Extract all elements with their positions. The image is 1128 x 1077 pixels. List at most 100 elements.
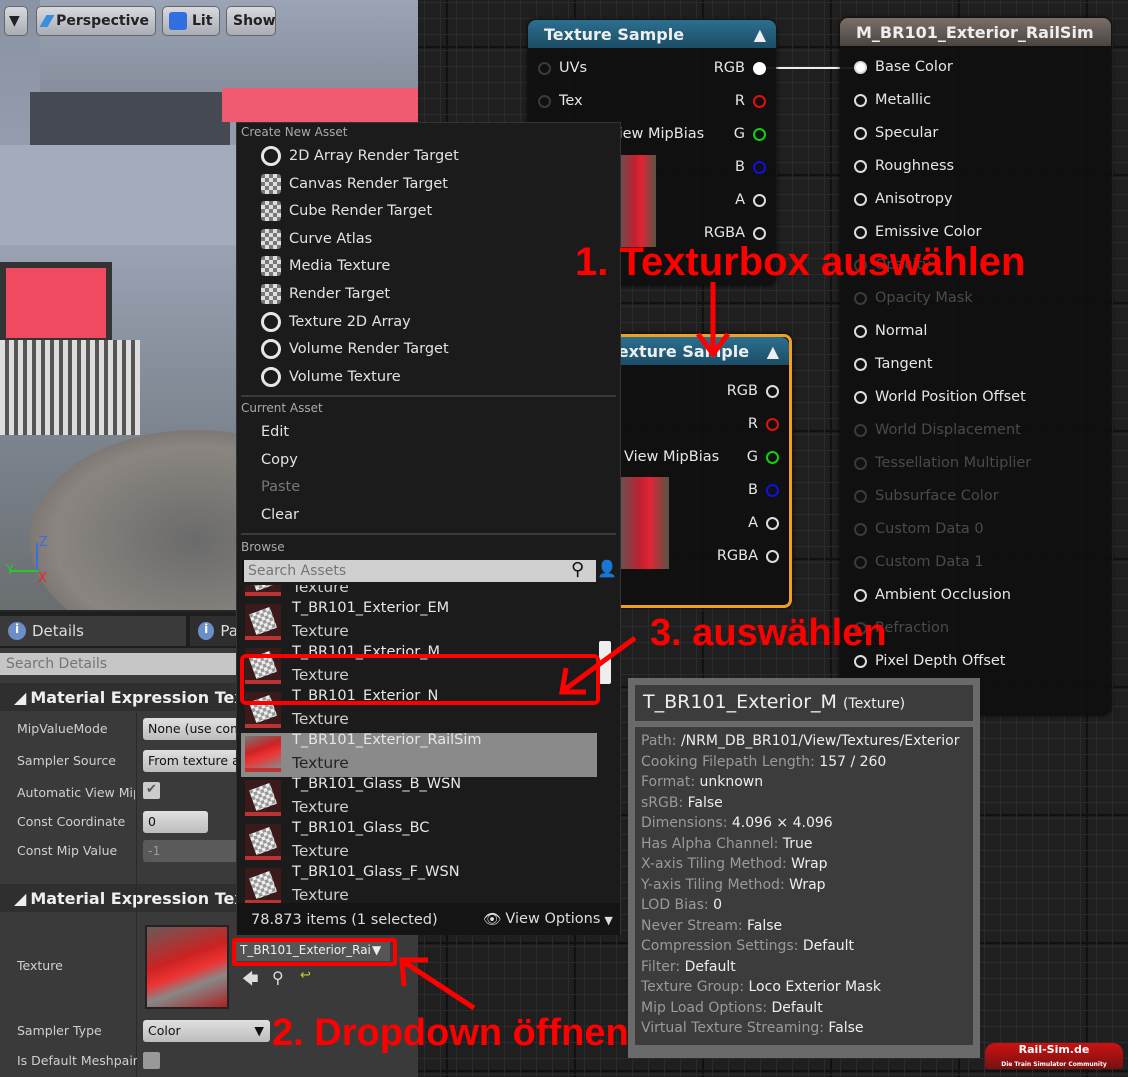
pin-socket-icon[interactable] (854, 60, 867, 74)
pin-socket-icon[interactable] (854, 225, 867, 239)
menu-item-create[interactable]: Cube Render Target (261, 200, 432, 222)
pin-socket-icon[interactable] (766, 483, 779, 497)
output-pin[interactable]: RGBA (717, 546, 779, 566)
output-pin[interactable]: RGB (727, 381, 779, 401)
output-pin[interactable]: RGB (714, 58, 766, 78)
asset-list-item[interactable]: T_BR101_Exterior_RailSim Texture (241, 732, 597, 777)
tab-palette[interactable]: i Pa (190, 616, 238, 646)
material-input-pin[interactable]: Emissive Color (854, 222, 981, 242)
menu-item-create[interactable]: Texture 2D Array (261, 311, 411, 333)
output-pin[interactable]: A (748, 513, 779, 533)
pin-socket-icon[interactable] (766, 384, 779, 398)
material-input-pin[interactable]: Tessellation Multiplier (854, 453, 1031, 473)
pin-socket-icon[interactable] (753, 127, 766, 141)
asset-list-item[interactable]: T_BR101_Glass_B_WSN Texture (241, 776, 597, 821)
use-selected-arrow-icon[interactable]: 🡄 (242, 968, 259, 995)
pin-socket-icon[interactable] (753, 61, 766, 75)
property-value[interactable]: None (use computed mip level) (143, 718, 243, 740)
material-input-pin[interactable]: Tangent (854, 354, 933, 374)
menu-item-create[interactable]: 2D Array Render Target (261, 145, 459, 167)
material-input-pin[interactable]: Metallic (854, 90, 931, 110)
pin-socket-icon[interactable] (854, 291, 867, 305)
user-filter-icon[interactable]: 👤 (597, 559, 617, 578)
texture-thumbnail[interactable] (145, 925, 229, 1009)
pin-socket-icon[interactable] (538, 61, 551, 75)
material-input-pin[interactable]: World Displacement (854, 420, 1021, 440)
material-input-pin[interactable]: Specular (854, 123, 938, 143)
material-input-pin[interactable]: Subsurface Color (854, 486, 999, 506)
pin-socket-icon[interactable] (854, 159, 867, 173)
output-pin[interactable]: B (735, 157, 766, 177)
menu-item-create[interactable]: Volume Texture (261, 366, 401, 388)
asset-list-item[interactable]: T_BR101_Exterior_BCTexture (241, 585, 597, 601)
property-value[interactable]: From texture asset (143, 750, 243, 772)
pin-socket-icon[interactable] (753, 226, 766, 240)
pin-socket-icon[interactable] (766, 450, 779, 464)
pin-socket-icon[interactable] (854, 93, 867, 107)
menu-item-clear[interactable]: Clear (261, 504, 299, 526)
browse-search-icon[interactable]: ⚲ (272, 968, 284, 987)
output-pin[interactable]: R (748, 414, 779, 434)
output-pin[interactable]: A (735, 190, 766, 210)
material-input-pin[interactable]: Opacity Mask (854, 288, 973, 308)
pin-socket-icon[interactable] (854, 456, 867, 470)
tab-details[interactable]: i Details (0, 616, 186, 646)
asset-list-item[interactable]: T_BR101_Glass_F_WSN Texture (241, 864, 597, 905)
pin-socket-icon[interactable] (854, 324, 867, 338)
menu-item-create[interactable]: Media Texture (261, 255, 390, 277)
output-pin[interactable]: R (735, 91, 766, 111)
property-value[interactable]: -1 (143, 840, 243, 862)
collapse-icon[interactable]: ▲ (754, 25, 766, 44)
menu-item-paste[interactable]: Paste (261, 476, 300, 498)
perspective-button[interactable]: Perspective (36, 6, 156, 36)
pin-socket-icon[interactable] (854, 126, 867, 140)
output-pin[interactable]: B (748, 480, 779, 500)
property-value[interactable]: 0 (143, 811, 208, 833)
menu-item-create[interactable]: Curve Atlas (261, 228, 372, 250)
menu-item-create[interactable]: Render Target (261, 283, 390, 305)
sampler-type-select[interactable]: Color ▼ (143, 1020, 270, 1042)
show-button[interactable]: Show (226, 6, 276, 36)
material-result-node[interactable]: M_BR101_Exterior_RailSim Base Color Metal… (840, 18, 1111, 715)
material-input-pin[interactable]: Normal (854, 321, 927, 341)
viewport-options-button[interactable]: ▼ (4, 6, 28, 36)
meshpaint-checkbox[interactable] (143, 1052, 160, 1069)
pin-socket-icon[interactable] (854, 555, 867, 569)
material-input-pin[interactable]: World Position Offset (854, 387, 1026, 407)
menu-item-edit[interactable]: Edit (261, 421, 289, 443)
view-options-button[interactable]: 👁 View Options ▼ (483, 911, 613, 928)
pin-socket-icon[interactable] (766, 549, 779, 563)
search-assets-input[interactable] (242, 560, 596, 582)
pin-socket-icon[interactable] (538, 94, 551, 108)
pin-socket-icon[interactable] (854, 357, 867, 371)
reset-icon[interactable]: ↩ (300, 968, 311, 983)
output-pin[interactable]: G (734, 124, 766, 144)
output-pin[interactable]: G (747, 447, 779, 467)
lit-button[interactable]: Lit (162, 6, 220, 36)
pin-socket-icon[interactable] (854, 522, 867, 536)
input-pin[interactable]: UVs (538, 58, 587, 78)
asset-list-item[interactable]: T_BR101_Glass_BC Texture (241, 820, 597, 865)
menu-item-copy[interactable]: Copy (261, 449, 298, 471)
pin-socket-icon[interactable] (854, 423, 867, 437)
material-input-pin[interactable]: Roughness (854, 156, 954, 176)
material-input-pin[interactable]: Ambient Occlusion (854, 585, 1011, 605)
checkbox[interactable]: ✔ (143, 782, 160, 799)
pin-socket-icon[interactable] (753, 160, 766, 174)
pin-socket-icon[interactable] (766, 516, 779, 530)
pin-socket-icon[interactable] (854, 192, 867, 206)
pin-socket-icon[interactable] (854, 489, 867, 503)
search-details-input[interactable] (0, 653, 236, 675)
material-input-pin[interactable]: Custom Data 1 (854, 552, 984, 572)
asset-list-item[interactable]: T_BR101_Exterior_EM Texture (241, 600, 597, 645)
pin-socket-icon[interactable] (854, 390, 867, 404)
pin-socket-icon[interactable] (854, 654, 867, 668)
search-icon[interactable]: ⚲ (571, 559, 584, 580)
material-input-pin[interactable]: Custom Data 0 (854, 519, 984, 539)
pin-socket-icon[interactable] (766, 417, 779, 431)
input-pin[interactable]: Tex (538, 91, 583, 111)
pin-socket-icon[interactable] (753, 193, 766, 207)
pin-socket-icon[interactable] (854, 588, 867, 602)
collapse-icon[interactable]: ▲ (767, 342, 779, 361)
material-input-pin[interactable]: Base Color (854, 57, 953, 77)
